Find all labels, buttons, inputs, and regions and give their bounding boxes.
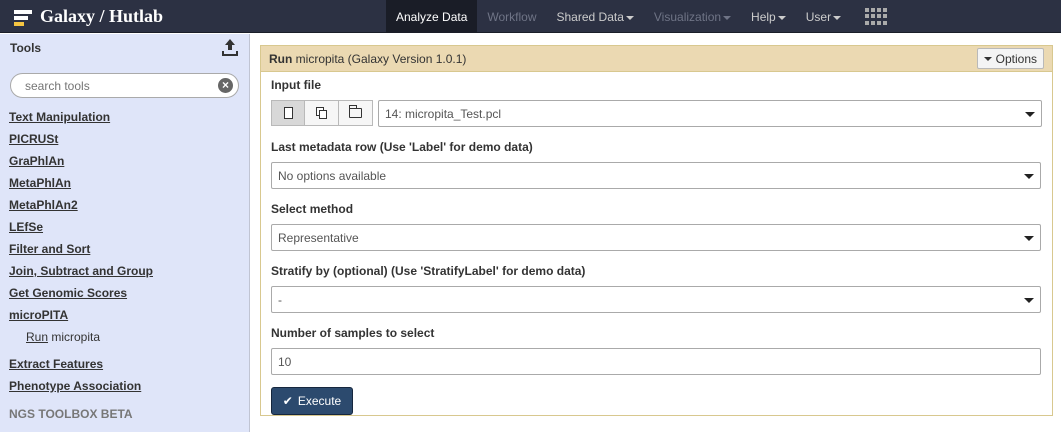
select-value: - [278,292,282,307]
single-dataset-button[interactable] [271,100,305,126]
field-label: Last metadata row (Use 'Label' for demo … [271,140,533,154]
input-file-select[interactable]: 14: micropita_Test.pcl [378,100,1042,127]
tool-search-input[interactable] [10,73,239,98]
nav-workflow[interactable]: Workflow [477,0,546,33]
options-label: Options [995,51,1037,66]
tool-link-run-micropita[interactable]: Run micropita [9,326,249,348]
tool-section-metaphlan[interactable]: MetaPhlAn [9,172,249,194]
chevron-down-icon [983,56,992,61]
tool-section-phenotype-association[interactable]: Phenotype Association [9,375,249,397]
nav-user[interactable]: User [796,0,851,33]
upload-icon[interactable] [221,39,239,57]
brand-title[interactable]: Galaxy / Hutlab [40,6,163,27]
nav-scratchbook[interactable] [851,0,897,33]
chevron-down-icon [777,15,786,20]
field-last-metadata-row: Last metadata row (Use 'Label' for demo … [271,139,1042,189]
tool-section-extract-features[interactable]: Extract Features [9,353,249,375]
tool-section-join-subtract-group[interactable]: Join, Subtract and Group [9,260,249,282]
masthead: Galaxy / Hutlab Analyze Data Workflow Sh… [0,0,1061,33]
tool-panel-title: Tools [10,41,42,55]
chevron-down-icon [1024,298,1034,303]
field-input-file: Input file 14: micropita_Test.pcl [271,77,1042,127]
clear-icon[interactable]: × [218,78,233,93]
select-value: No options available [278,168,387,183]
tool-link-text: micropita [48,330,101,344]
chevron-down-icon [625,15,634,20]
stratify-select[interactable]: - [271,286,1041,313]
tool-form: Run micropita (Galaxy Version 1.0.1) Opt… [260,45,1053,416]
field-row: 10 [271,348,1042,375]
collection-button[interactable] [339,100,373,126]
chevron-down-icon [1024,236,1034,241]
field-stratify-by: Stratify by (optional) (Use 'StratifyLab… [271,263,1042,313]
input-value: 10 [278,354,292,369]
field-number-of-samples: Number of samples to select 10 [271,325,1042,375]
tool-section-get-genomic-scores[interactable]: Get Genomic Scores [9,282,249,304]
tool-group-label: NGS TOOLBOX BETA [9,407,133,421]
options-button[interactable]: Options [976,48,1044,69]
check-icon: ✔ [282,394,293,408]
chevron-down-icon [1025,112,1035,117]
field-label: Number of samples to select [271,326,435,340]
chevron-down-icon [723,15,732,20]
chevron-down-icon [833,15,842,20]
select-value: 14: micropita_Test.pcl [385,106,502,121]
field-label: Input file [271,78,321,92]
tool-section-text-manipulation[interactable]: Text Manipulation [9,106,249,128]
tool-section-graphlan[interactable]: GraPhlAn [9,150,249,172]
nav-label: Workflow [487,9,537,24]
nav-label: Shared Data [556,9,624,24]
field-select-method: Select method Representative [271,201,1042,251]
folder-icon [348,105,362,118]
tool-form-body: Input file 14: micropita_Test.pcl Last m… [261,72,1052,415]
tool-link-run[interactable]: Run [26,330,48,344]
tool-name: micropita (Galaxy Version 1.0.1) [292,51,467,66]
center-panel: Run micropita (Galaxy Version 1.0.1) Opt… [251,34,1061,432]
nav-help[interactable]: Help [741,0,796,33]
tool-form-header: Run micropita (Galaxy Version 1.0.1) Opt… [261,46,1052,72]
tool-search: × [10,73,239,98]
tool-section-picrust[interactable]: PICRUSt [9,128,249,150]
nav-label: Analyze Data [396,9,468,24]
field-label: Select method [271,202,354,216]
tool-form-title: Run micropita (Galaxy Version 1.0.1) [269,52,466,66]
tool-section-lefse[interactable]: LEfSe [9,216,249,238]
tool-panel: Tools × Text Manipulation PICRUSt GraPhl… [0,34,250,432]
tool-panel-header: Tools [0,34,249,62]
nav-label: User [805,9,832,24]
copy-icon [315,107,328,119]
method-select[interactable]: Representative [271,224,1041,251]
field-label: Stratify by (optional) (Use 'StratifyLab… [271,264,586,278]
galaxy-logo-icon [12,6,34,28]
field-row: No options available [271,162,1042,189]
field-row: 14: micropita_Test.pcl [271,100,1042,127]
execute-button[interactable]: ✔ Execute [271,387,353,415]
tool-list: Text Manipulation PICRUSt GraPhlAn MetaP… [0,106,249,425]
brand[interactable]: Galaxy / Hutlab [12,4,163,29]
file-icon [283,107,293,119]
nav-analyze-data[interactable]: Analyze Data [386,0,478,33]
tool-section-micropita[interactable]: microPITA [9,304,249,326]
grid-icon [865,7,888,26]
run-label: Run [269,51,293,66]
tool-section-metaphlan2[interactable]: MetaPhlAn2 [9,194,249,216]
field-row: Representative [271,224,1042,251]
chevron-down-icon [1024,174,1034,179]
nav-label: Help [751,9,776,24]
nav-visualization[interactable]: Visualization [644,0,741,33]
top-nav: Analyze Data Workflow Shared Data Visual… [386,0,897,33]
last-metadata-select[interactable]: No options available [271,162,1041,189]
select-value: Representative [278,230,359,245]
input-mode-group [271,100,373,127]
tool-section-filter-and-sort[interactable]: Filter and Sort [9,238,249,260]
number-of-samples-input[interactable]: 10 [271,348,1041,375]
nav-shared-data[interactable]: Shared Data [547,0,644,33]
nav-label: Visualization [653,9,722,24]
multiple-datasets-button[interactable] [305,100,339,126]
field-row: - [271,286,1042,313]
execute-label: Execute [297,394,342,408]
